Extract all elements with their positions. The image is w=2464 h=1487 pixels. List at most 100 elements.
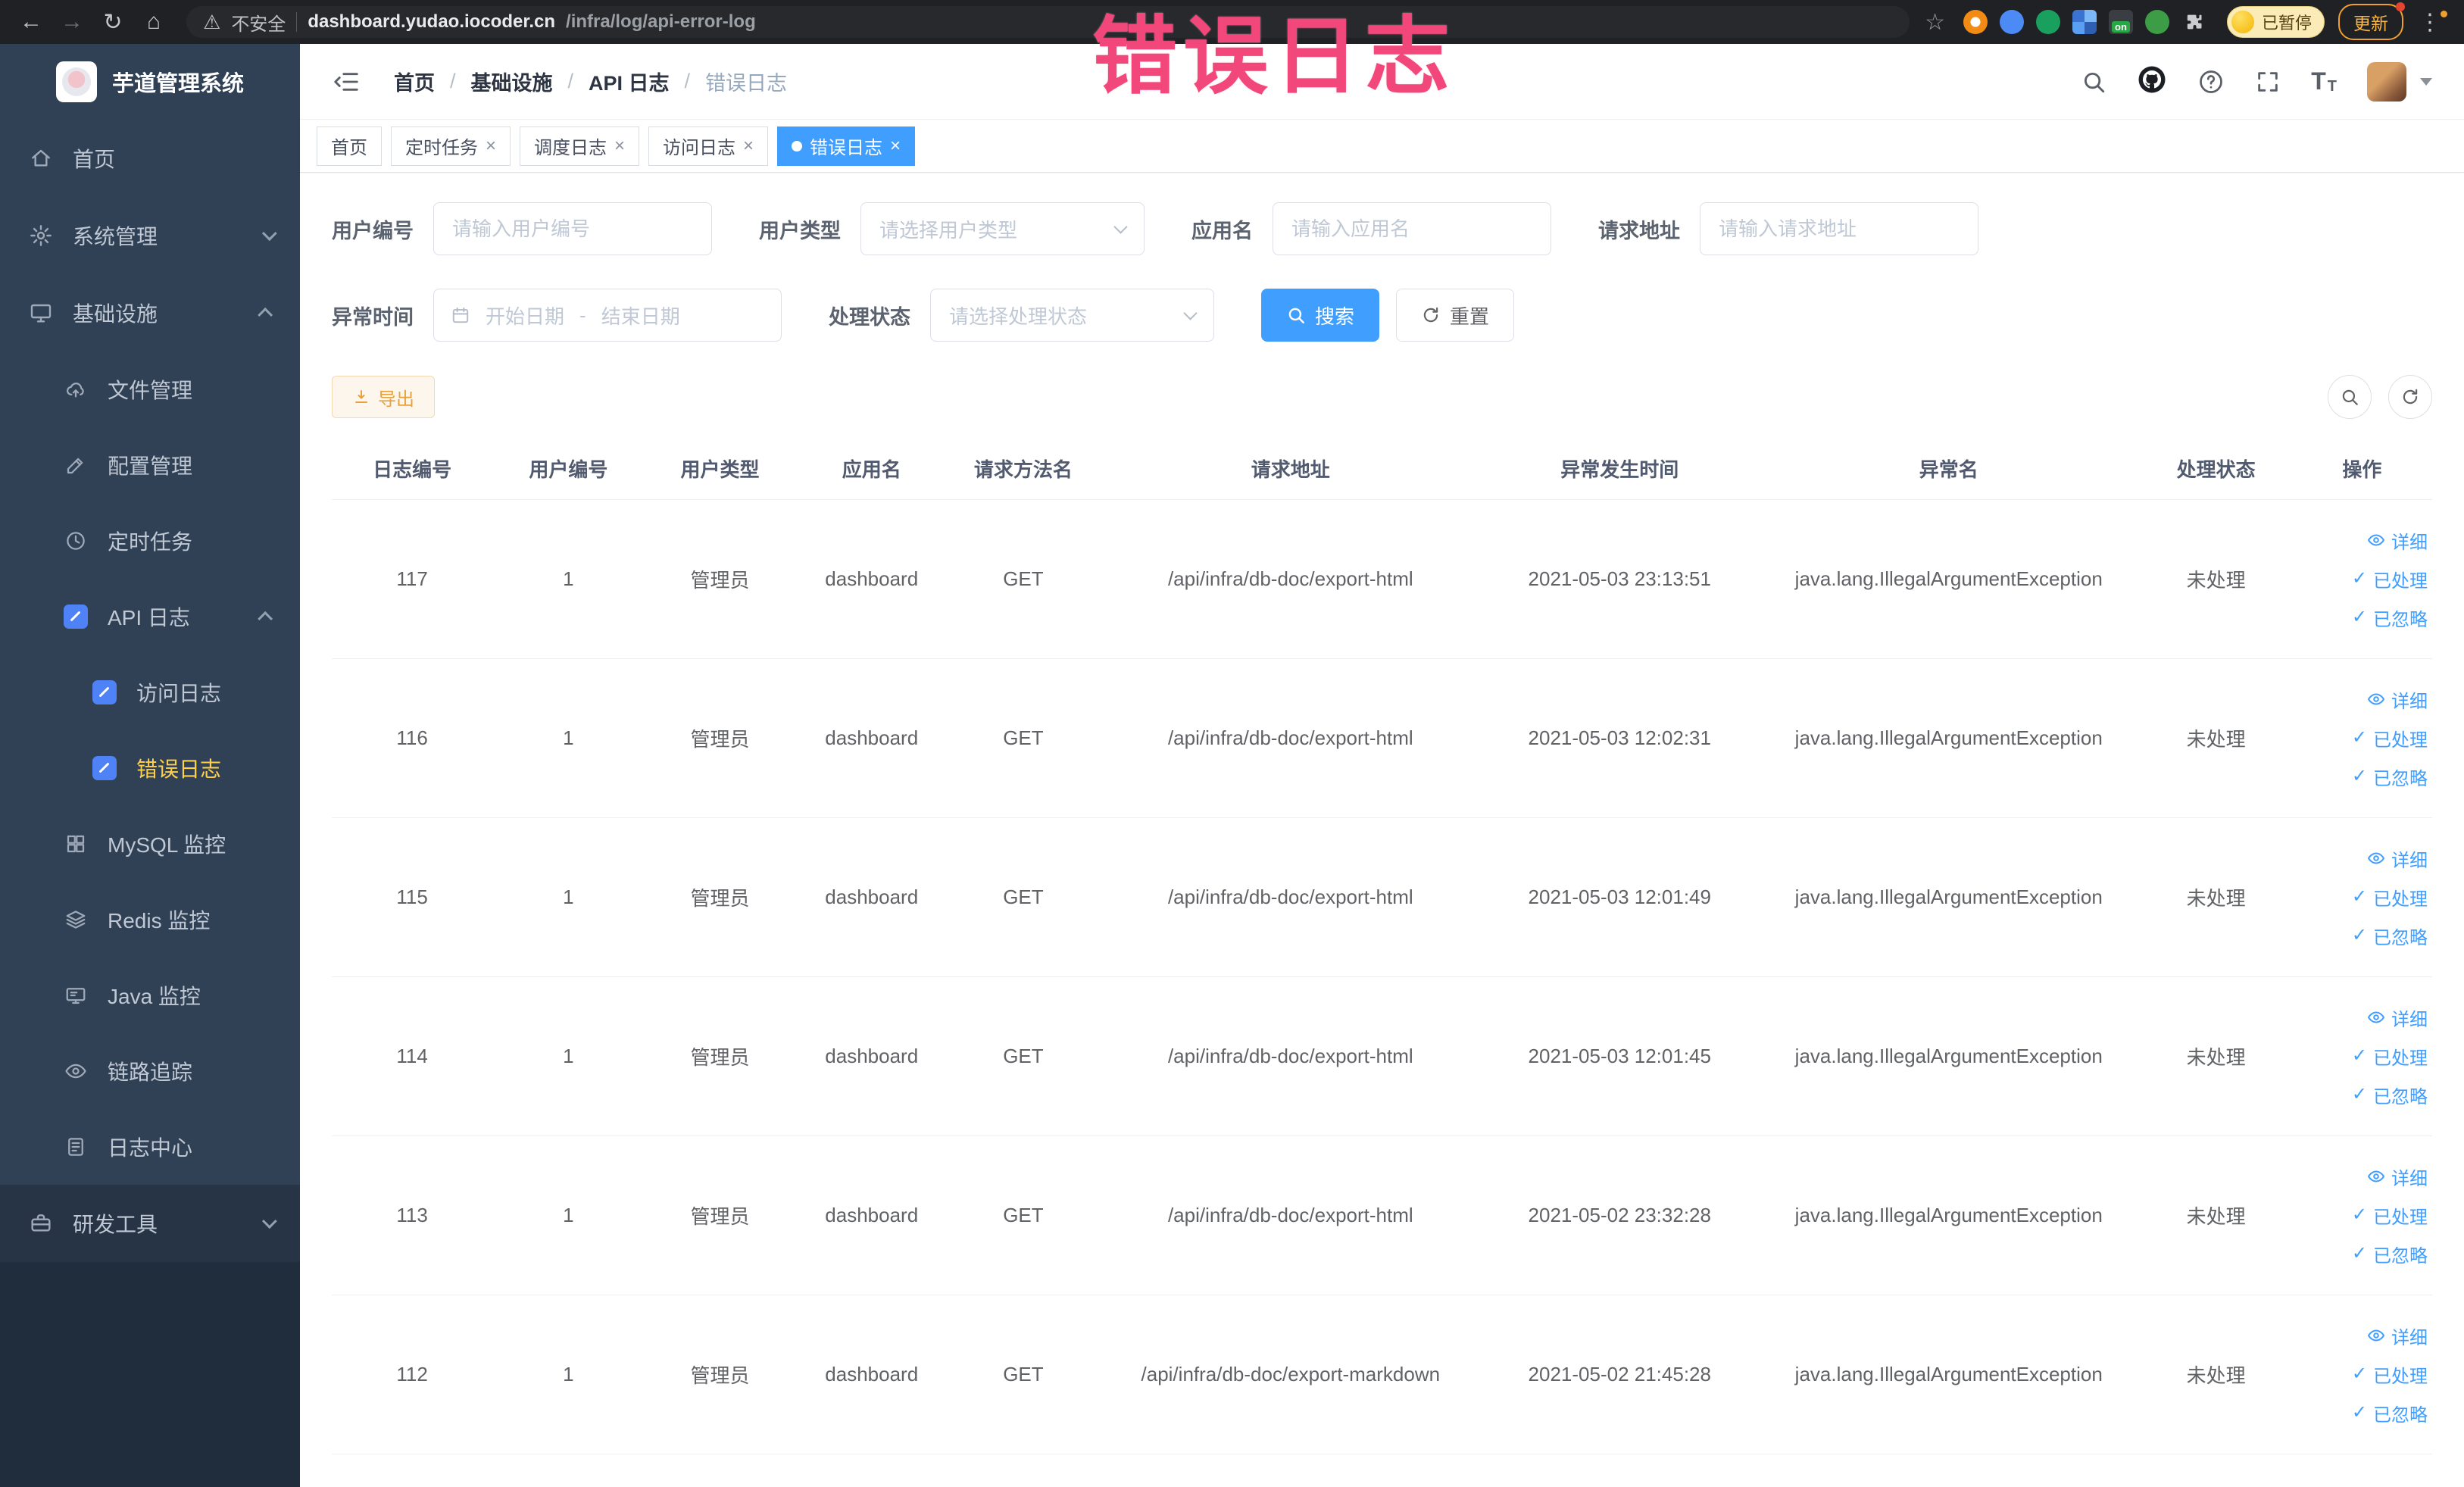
sidebar-item-api-logs[interactable]: API 日志 (0, 579, 300, 654)
close-icon[interactable]: × (614, 136, 625, 155)
tab-error-logs[interactable]: 错误日志 × (777, 126, 916, 166)
cell-process-status: 未处理 (2140, 1136, 2292, 1295)
mark-ignored-link[interactable]: ✓ 已忽略 (2352, 604, 2428, 631)
close-icon[interactable]: × (486, 136, 496, 155)
check-icon: ✓ (2351, 1084, 2367, 1104)
breadcrumb-home[interactable]: 首页 (394, 67, 435, 96)
extension-proxy-icon[interactable]: on (2108, 10, 2133, 34)
font-size-icon[interactable]: TT (2311, 67, 2337, 95)
update-button[interactable]: 更新 (2338, 2, 2405, 40)
detail-link[interactable]: 详细 (2367, 1323, 2428, 1349)
mark-ignored-link[interactable]: ✓ 已忽略 (2352, 1400, 2428, 1426)
avatar-caret-icon[interactable] (2420, 77, 2432, 86)
tab-home[interactable]: 首页 (317, 126, 382, 166)
mark-processed-link[interactable]: ✓ 已处理 (2352, 566, 2428, 592)
cell-exception-time: 2021-05-03 23:13:51 (1482, 499, 1757, 659)
extension-blue-icon[interactable] (1999, 10, 2024, 34)
process-status-select[interactable]: 请选择处理状态 (930, 289, 1214, 342)
fullscreen-icon[interactable] (2255, 69, 2281, 95)
user-id-input[interactable] (433, 202, 712, 255)
chevron-up-icon (258, 611, 273, 626)
toggle-search-button[interactable] (2328, 375, 2372, 419)
proxy-on-badge: on (2112, 21, 2130, 33)
sidebar-item-mysql-monitor[interactable]: MySQL 监控 (0, 806, 300, 882)
mark-processed-link[interactable]: ✓ 已处理 (2352, 1361, 2428, 1388)
column-header: 请求方法名 (947, 439, 1100, 500)
sidebar-menu: 首页 系统管理 基础设施 文件管理 配置管理 定时任务 API 日志 访问日志 … (0, 120, 300, 1262)
memo-icon (91, 756, 118, 780)
user-type-select[interactable]: 请选择用户类型 (860, 202, 1145, 255)
sidebar-item-file-management[interactable]: 文件管理 (0, 351, 300, 427)
sidebar-item-redis-monitor[interactable]: Redis 监控 (0, 882, 300, 957)
bookmark-star-icon[interactable]: ☆ (1925, 9, 1945, 36)
extension-teal-icon[interactable] (2035, 10, 2060, 34)
search-icon[interactable] (2081, 69, 2106, 95)
extension-orange-icon[interactable] (1963, 10, 1988, 34)
detail-link[interactable]: 详细 (2367, 686, 2428, 713)
mark-ignored-link[interactable]: ✓ 已忽略 (2352, 764, 2428, 790)
address-bar[interactable]: ⚠ 不安全 dashboard.yudao.iocoder.cn/infra/l… (186, 6, 1910, 38)
close-icon[interactable]: × (743, 136, 754, 155)
github-icon[interactable] (2137, 64, 2167, 98)
forward-icon[interactable]: → (55, 5, 89, 39)
sidebar-item-error-logs[interactable]: 错误日志 (0, 730, 300, 806)
extension-leaf-icon[interactable] (2144, 10, 2169, 34)
sidebar-item-config-management[interactable]: 配置管理 (0, 427, 300, 503)
help-icon[interactable] (2197, 68, 2225, 95)
mark-ignored-link[interactable]: ✓ 已忽略 (2352, 1082, 2428, 1108)
browser-menu-icon[interactable]: ⋮ (2409, 9, 2450, 36)
detail-link[interactable]: 详细 (2367, 1164, 2428, 1190)
exception-time-range-picker[interactable]: 开始日期 - 结束日期 (433, 289, 782, 342)
sidebar-item-trace[interactable]: 链路追踪 (0, 1033, 300, 1109)
export-button[interactable]: 导出 (332, 376, 435, 418)
back-icon[interactable]: ← (14, 5, 48, 39)
reload-icon[interactable]: ↻ (95, 5, 130, 39)
sidebar-item-scheduled-tasks[interactable]: 定时任务 (0, 503, 300, 579)
refresh-button[interactable] (2388, 375, 2432, 419)
table-row: 115 1 管理员 dashboard GET /api/infra/db-do… (332, 817, 2432, 977)
cell-user-id: 1 (492, 658, 645, 818)
breadcrumb-separator: / (567, 70, 574, 92)
sidebar-item-access-logs[interactable]: 访问日志 (0, 654, 300, 730)
reset-button-label: 重置 (1450, 305, 1490, 328)
app-logo[interactable]: 芋道管理系统 (0, 44, 300, 120)
request-url-input[interactable] (1700, 202, 1978, 255)
sidebar-item-dev-tools[interactable]: 研发工具 (0, 1185, 300, 1262)
reset-button[interactable]: 重置 (1396, 289, 1515, 342)
mark-processed-link[interactable]: ✓ 已处理 (2352, 1043, 2428, 1070)
mark-processed-link[interactable]: ✓ 已处理 (2352, 1202, 2428, 1229)
extensions-puzzle-icon[interactable] (2181, 10, 2206, 34)
breadcrumb-api-logs[interactable]: API 日志 (589, 67, 670, 96)
mark-ignored-link[interactable]: ✓ 已忽略 (2352, 1241, 2428, 1267)
home-icon[interactable]: ⌂ (136, 5, 171, 39)
detail-link[interactable]: 详细 (2367, 527, 2428, 554)
app-name-input[interactable] (1273, 202, 1551, 255)
search-button[interactable]: 搜索 (1261, 289, 1380, 342)
column-header: 应用名 (795, 439, 948, 500)
tab-scheduled-tasks[interactable]: 定时任务 × (391, 126, 511, 166)
extension-grid-icon[interactable] (2072, 10, 2097, 34)
sidebar-item-java-monitor[interactable]: Java 监控 (0, 957, 300, 1033)
memo-icon (62, 604, 89, 629)
paused-badge[interactable]: 已暂停 (2226, 6, 2325, 38)
breadcrumb: 首页 / 基础设施 / API 日志 / 错误日志 (394, 67, 787, 96)
sidebar-item-log-center[interactable]: 日志中心 (0, 1109, 300, 1185)
mark-processed-link[interactable]: ✓ 已处理 (2352, 725, 2428, 751)
detail-link[interactable]: 详细 (2367, 845, 2428, 872)
mark-processed-link[interactable]: ✓ 已处理 (2352, 884, 2428, 911)
sidebar-item-infrastructure[interactable]: 基础设施 (0, 274, 300, 351)
close-icon[interactable]: × (890, 136, 901, 155)
sidebar-collapse-icon[interactable] (332, 67, 361, 96)
detail-label: 详细 (2391, 1327, 2428, 1348)
tab-dispatch-logs[interactable]: 调度日志 × (520, 126, 640, 166)
security-warning-icon[interactable]: ⚠ (203, 11, 220, 34)
sidebar-item-system-management[interactable]: 系统管理 (0, 197, 300, 274)
tab-access-logs[interactable]: 访问日志 × (648, 126, 769, 166)
user-avatar[interactable] (2367, 61, 2406, 102)
mark-ignored-link[interactable]: ✓ 已忽略 (2352, 923, 2428, 949)
cell-process-status: 未处理 (2140, 817, 2292, 977)
detail-link[interactable]: 详细 (2367, 1004, 2428, 1031)
cell-request-url: /api/infra/db-doc/export-html (1099, 817, 1482, 977)
sidebar-item-home[interactable]: 首页 (0, 120, 300, 197)
breadcrumb-infrastructure[interactable]: 基础设施 (471, 67, 553, 96)
